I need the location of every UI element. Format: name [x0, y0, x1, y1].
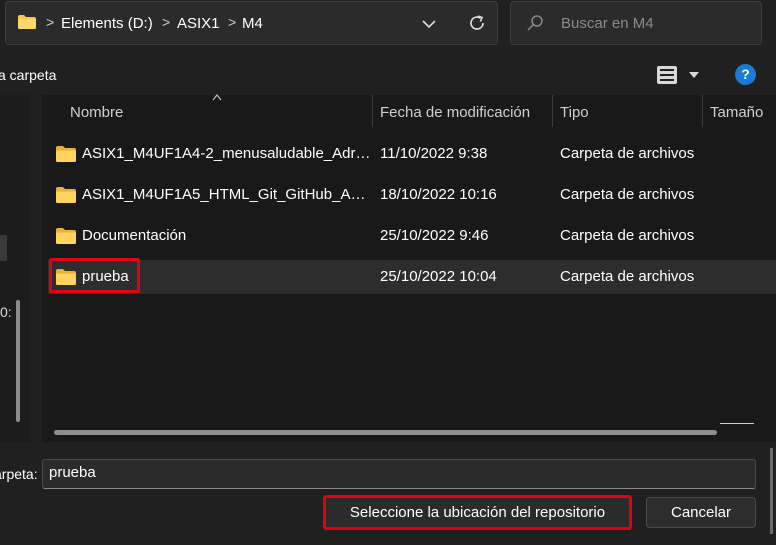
folder-name-input[interactable]: prueba [42, 459, 756, 489]
search-box[interactable]: Buscar en M4 [510, 1, 762, 45]
column-name[interactable]: Nombre [70, 104, 123, 121]
new-folder-button[interactable]: va carpeta [0, 67, 56, 83]
column-header: Nombre Fecha de modificación Tipo Tamaño [42, 94, 776, 129]
file-name: ASIX1_M4UF1A5_HTML_Git_GitHub_Adri... [82, 186, 372, 203]
toolbar: va carpeta ? [0, 55, 776, 95]
file-modified: 25/10/2022 10:04 [380, 268, 497, 285]
cancel-label: Cancelar [670, 504, 732, 521]
file-row[interactable]: ASIX1_M4UF1A4-2_menusaludable_Adria... 1… [48, 137, 776, 171]
folder-icon [18, 15, 36, 29]
breadcrumb-asix1[interactable]: ASIX1 [177, 15, 220, 32]
folder-field-label: arpeta: [0, 466, 38, 482]
breadcrumb-drive[interactable]: Elements (D:) [61, 15, 153, 32]
file-row[interactable]: Documentación 25/10/2022 9:46 Carpeta de… [48, 219, 776, 253]
file-modified: 18/10/2022 10:16 [380, 186, 497, 203]
dialog-footer: arpeta: prueba Seleccione la ubicación d… [0, 442, 776, 545]
file-modified: 25/10/2022 9:46 [380, 227, 489, 244]
navigation-pane: 0: [0, 95, 31, 442]
column-size[interactable]: Tamaño [710, 104, 763, 121]
file-modified: 11/10/2022 9:38 [380, 145, 488, 162]
column-modified[interactable]: Fecha de modificación [380, 104, 530, 121]
file-type: Carpeta de archivos [560, 186, 695, 203]
nav-scrollbar[interactable] [16, 300, 20, 422]
file-row-selected[interactable]: prueba 25/10/2022 10:04 Carpeta de archi… [48, 260, 776, 294]
help-icon[interactable]: ? [735, 64, 756, 85]
column-divider[interactable] [702, 95, 703, 127]
horizontal-scrollbar[interactable] [54, 430, 717, 435]
file-list: Nombre Fecha de modificación Tipo Tamaño… [42, 94, 776, 442]
nav-selected-item[interactable] [0, 235, 7, 261]
top-bar: > Elements (D:) > ASIX1 > M4 Buscar en M… [0, 0, 776, 55]
file-type: Carpeta de archivos [560, 145, 695, 162]
chevron-right-icon: > [228, 14, 237, 30]
view-details-icon[interactable] [657, 66, 677, 84]
column-type[interactable]: Tipo [560, 104, 589, 121]
nav-item-label: 0: [0, 304, 12, 320]
selection-highlight-box [49, 258, 140, 293]
file-name: Documentación [82, 227, 187, 244]
folder-icon [56, 146, 76, 162]
sort-ascending-icon [212, 94, 222, 101]
file-name: ASIX1_M4UF1A4-2_menusaludable_Adria... [82, 145, 372, 162]
chevron-down-icon[interactable] [422, 17, 436, 31]
file-type: Carpeta de archivos [560, 227, 695, 244]
column-divider[interactable] [552, 95, 553, 127]
breadcrumb-m4[interactable]: M4 [242, 15, 263, 32]
select-location-label: Seleccione la ubicación del repositorio [349, 504, 606, 521]
search-input[interactable]: Buscar en M4 [561, 15, 654, 32]
cancel-button[interactable]: Cancelar [646, 497, 756, 528]
caret-down-icon[interactable] [689, 72, 699, 78]
chevron-right-icon: > [46, 14, 55, 30]
search-icon [527, 15, 543, 31]
folder-icon [56, 187, 76, 203]
folder-icon [56, 228, 76, 244]
file-row[interactable]: ASIX1_M4UF1A5_HTML_Git_GitHub_Adri... 18… [48, 178, 776, 212]
select-location-button[interactable]: Seleccione la ubicación del repositorio [323, 495, 632, 530]
scrollbar-track-end [720, 423, 754, 424]
window-scrollbar[interactable] [770, 448, 773, 534]
chevron-right-icon: > [162, 14, 171, 30]
column-divider[interactable] [372, 95, 373, 127]
refresh-icon[interactable] [468, 14, 486, 32]
file-type: Carpeta de archivos [560, 268, 695, 285]
address-bar[interactable]: > Elements (D:) > ASIX1 > M4 [5, 1, 498, 45]
